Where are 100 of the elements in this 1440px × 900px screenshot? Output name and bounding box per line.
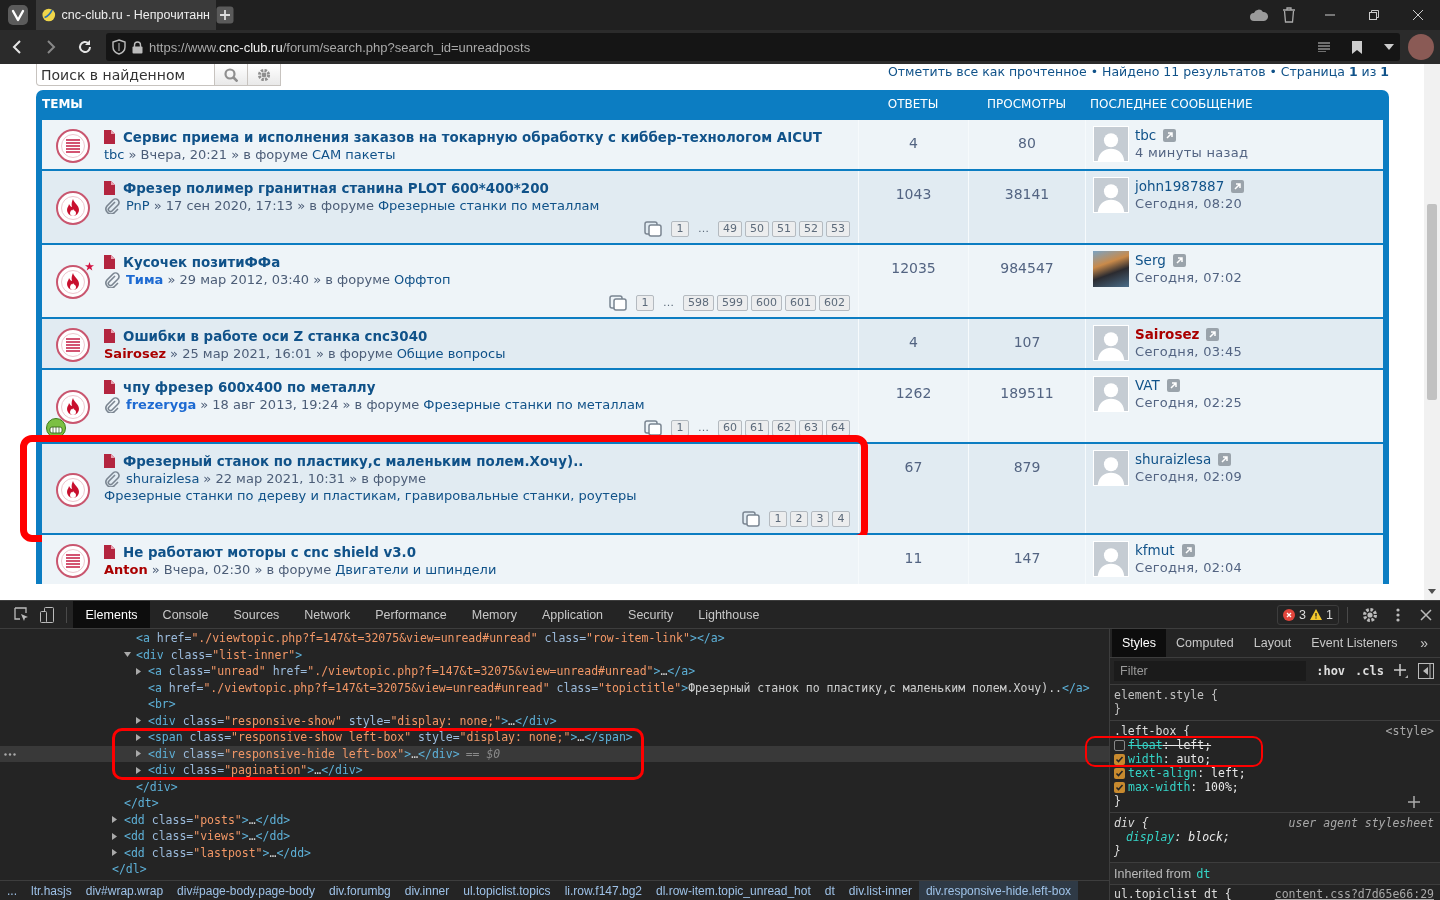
page-link[interactable]: 1 (671, 419, 689, 436)
forum-link[interactable]: Фрезерные станки по дереву и пластикам, гравировальные станки, роутеры (104, 487, 637, 504)
breadcrumb-item[interactable]: div.inner (397, 881, 457, 900)
page-link[interactable]: 49 (718, 220, 742, 237)
expand-arrow-icon[interactable] (136, 717, 141, 725)
dom-node-line[interactable]: <dd class="views">…</dd> (124, 828, 291, 845)
breadcrumb-item[interactable]: div#wrap.wrap (78, 881, 171, 900)
breadcrumb-item[interactable]: div.responsive-hide.left-box (918, 881, 1079, 900)
page-link[interactable]: 53 (826, 220, 850, 237)
topic-title-link[interactable]: чпу фрезер 600x400 по металлу (123, 379, 376, 395)
breadcrumb-item[interactable]: dt (817, 881, 842, 900)
dom-node-line[interactable]: </div> (136, 778, 178, 795)
page-link[interactable]: 50 (745, 220, 769, 237)
expand-arrow-icon[interactable] (136, 750, 141, 758)
last-post-icon[interactable] (1181, 543, 1195, 557)
breadcrumb-item[interactable]: div.list-inner (841, 881, 919, 900)
cursor-in-box-icon[interactable] (13, 607, 29, 622)
devtools-tab[interactable]: Sources (221, 601, 292, 628)
dom-node-line[interactable]: <br> (148, 696, 176, 713)
breadcrumb-item[interactable]: div#page-body.page-body (170, 881, 322, 900)
breadcrumb-item[interactable]: ul.topiclist.topics (456, 881, 558, 900)
dom-node-line[interactable]: <dd class="lastpost">…</dd> (124, 844, 312, 861)
dom-node-line[interactable]: <a class="unread" href="./viewtopic.php?f=147&t=32075&view=unread#unread">…</a> (148, 663, 696, 680)
breadcrumb-item[interactable]: div.forumbg (321, 881, 398, 900)
author-link[interactable]: PnP (126, 197, 150, 214)
breadcrumb-item[interactable]: li.row.f147.bg2 (557, 881, 649, 900)
profile-avatar[interactable] (1408, 34, 1434, 60)
search-field[interactable]: Поиск в найденном (36, 64, 215, 86)
dom-node-line[interactable]: <div class="responsive-show" style="display: none;">…</div> (148, 712, 557, 729)
dom-tree-row[interactable]: <dd class="posts">…</dd> (0, 811, 1109, 828)
new-rule-button[interactable] (1394, 664, 1408, 678)
style-toggle[interactable]: .cls (1355, 664, 1384, 678)
author-link[interactable]: Sairosez (104, 345, 167, 362)
devtools-tab[interactable]: Lighthouse (685, 601, 772, 628)
close-icon[interactable] (1420, 608, 1432, 621)
gear-icon[interactable] (1362, 606, 1378, 623)
last-author-link[interactable]: john1987887 (1135, 177, 1225, 195)
breadcrumb-item[interactable]: ... (0, 881, 24, 900)
checkbox[interactable] (1114, 782, 1125, 793)
dom-tree-row[interactable]: <div class="responsive-hide left-box">…</div> == $0 (0, 745, 1109, 762)
dom-tree-row[interactable]: <a class="unread" href="./viewtopic.php?f=147&t=32075&view=unread#unread">…</a> (0, 663, 1109, 680)
breadcrumb-item[interactable]: ltr.hasjs (24, 881, 79, 900)
forum-link[interactable]: Фрезерные станки по металлам (423, 396, 645, 413)
page-link[interactable]: 1 (769, 510, 787, 527)
expand-arrow-icon[interactable] (136, 766, 141, 774)
style-toggle[interactable]: :hov (1316, 664, 1346, 678)
bookmark-icon[interactable] (1352, 40, 1362, 54)
last-post-icon[interactable] (1166, 378, 1180, 392)
author-link[interactable]: frezeryga (126, 396, 197, 413)
last-author-link[interactable]: kfmut (1135, 541, 1175, 559)
dom-node-line[interactable]: <dd class="posts">…</dd> (124, 811, 291, 828)
last-post-icon[interactable] (1231, 179, 1245, 193)
devtools-tab[interactable]: Application (529, 601, 616, 628)
page-link[interactable]: 2 (790, 510, 808, 527)
last-author-link[interactable]: tbc (1135, 126, 1157, 144)
last-post-icon[interactable] (1206, 327, 1220, 341)
topic-title-link[interactable]: Фрезер полимер гранитная станина PLOT 600*400*200 (123, 180, 549, 196)
page-link[interactable]: 1 (671, 220, 689, 237)
expand-arrow-icon[interactable] (136, 733, 141, 741)
dom-node-line[interactable]: <div class="list-inner"> (136, 646, 303, 663)
last-post-icon[interactable] (1218, 452, 1232, 466)
dom-tree-row[interactable]: <div class="responsive-show" style="display: none;">…</div> (0, 712, 1109, 729)
rule-source[interactable]: content.css?d7d65e66:29 (1274, 887, 1434, 900)
last-author-link[interactable]: Serg (1135, 251, 1166, 269)
last-author-link[interactable]: Sairosez (1135, 325, 1200, 343)
devtools-tab[interactable]: Elements (73, 601, 151, 628)
last-author-link[interactable]: shuraizlesa (1135, 450, 1212, 468)
reload-icon[interactable] (77, 39, 93, 55)
dom-tree-row[interactable]: <a href="./viewtopic.php?f=147&t=32075&view=unread#unread" class="row-item-link"></a> (0, 630, 1109, 647)
page-link[interactable]: 3 (811, 510, 829, 527)
author-link[interactable]: shuraizlesa (126, 470, 200, 487)
dom-node-line[interactable]: <div class="responsive-hide left-box">…</div> (148, 745, 460, 762)
styles-tab[interactable]: Layout (1243, 629, 1302, 657)
last-author-link[interactable]: VAT (1135, 376, 1160, 394)
scrollbar-thumb[interactable] (1427, 204, 1437, 400)
checkbox[interactable] (1114, 754, 1125, 765)
devtools-tab[interactable]: Network (291, 601, 363, 628)
url-field[interactable]: https://www.cnc-club.ru/forum/search.php?search_id=unreadposts (106, 33, 1400, 61)
scrollbar-track[interactable] (1424, 64, 1440, 600)
expand-arrow-icon[interactable] (112, 832, 117, 840)
dom-node-line[interactable]: </dl> (112, 861, 147, 878)
issues-counter[interactable]: 3 1 (1277, 604, 1339, 625)
dom-tree-row[interactable]: <a href="./viewtopic.php?f=147&t=32075&view=unread#unread" class="topictitle">Фрезерный станок по пластику,с маленьким полем.Хочу)..</a> (0, 679, 1109, 696)
topic-title-link[interactable]: Ошибки в работе оси Z станка cnc3040 (123, 328, 428, 344)
topic-title-link[interactable]: Фрезерный станок по пластику,с маленьким полем.Хочу).. (123, 453, 584, 469)
devtools-tab[interactable]: Memory (459, 601, 530, 628)
inherited-element-link[interactable]: dt (1196, 866, 1211, 881)
more-tabs-button[interactable]: » (1420, 635, 1428, 651)
topic-title-link[interactable]: Кусочек позитиФФа (123, 254, 281, 270)
page-link[interactable]: 63 (799, 419, 823, 436)
search-icon[interactable] (224, 67, 238, 82)
filter-field[interactable]: Filter (1114, 661, 1307, 681)
forum-link[interactable]: Общие вопросы (396, 345, 506, 362)
page-link[interactable]: 4 (832, 510, 850, 527)
last-post-icon[interactable] (1172, 253, 1186, 267)
topic-title-link[interactable]: Не работают моторы с cnc shield v3.0 (123, 544, 416, 560)
styles-tab[interactable]: Computed (1166, 629, 1244, 657)
dom-tree-row[interactable]: <br> (0, 696, 1109, 713)
styles-tab[interactable]: Event Listeners (1301, 629, 1408, 657)
rule-source[interactable]: <style> (1385, 725, 1434, 739)
